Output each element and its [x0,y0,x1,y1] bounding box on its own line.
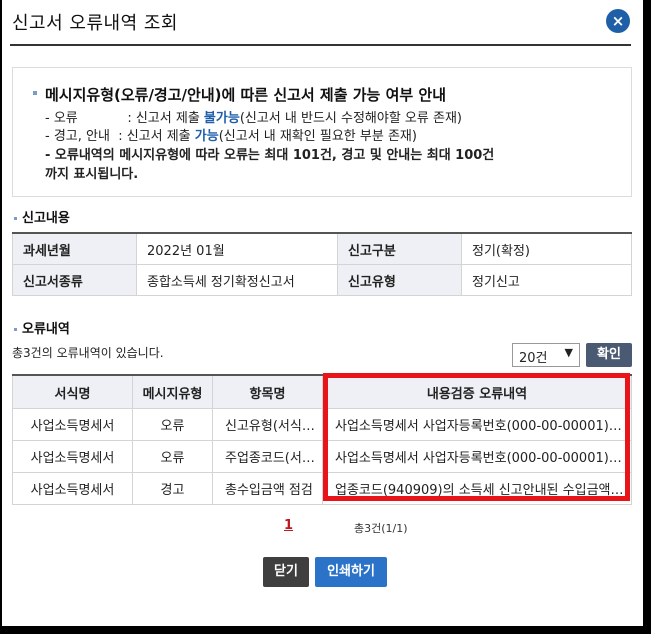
section-title: 오류내역 [22,322,70,337]
detail-cell: 업종코드(940909)의 소득세 신고안내된 수입금액… [322,472,632,505]
report-info-table: 과세년월 2022년 01월 신고구분 정기(확정) 신고서종류 종합소득세 정… [12,232,632,296]
notice-line-warning: - 경고, 안내 : 신고서 제출 가능(신고서 내 재확인 필요한 부분 존재… [45,125,417,144]
value-cell: 2022년 01월 [136,232,338,265]
form-cell: 사업소득명세서 [12,408,133,441]
bullet-icon [14,217,17,220]
column-header: 항목명 [212,374,323,409]
error-history-dialog: 신고서 오류내역 조회 × 메시지유형(오류/경고/안내)에 따른 신고서 제출… [2,0,643,626]
table-header-row: 서식명 메시지유형 항목명 내용검증 오류내역 [12,374,632,409]
type-cell: 오류 [132,408,213,441]
chevron-down-icon: ▼ [564,346,573,359]
type-cell: 경고 [132,472,213,505]
notice-text: - 경고, 안내 : 신고서 제출 [45,129,195,144]
item-cell: 신고유형(서식)… [212,408,323,441]
detail-cell: 사업소득명세서 사업자등록번호(000-00-00001)… [322,440,632,473]
error-section-heading: 오류내역 [14,318,70,337]
print-button[interactable]: 인쇄하기 [315,557,387,587]
label-cell: 신고구분 [337,232,462,265]
form-cell: 사업소득명세서 [12,472,133,505]
pager-total: 총3건(1/1) [354,522,408,535]
value-cell: 종합소득세 정기확정신고서 [136,264,338,296]
notice-text: - 오류 : 신고서 제출 [45,111,204,126]
form-cell: 사업소득명세서 [12,440,133,473]
notice-box: 메시지유형(오류/경고/안내)에 따른 신고서 제출 가능 여부 안내 - 오류… [12,67,632,197]
type-cell: 오류 [132,440,213,473]
value-cell: 정기신고 [461,264,632,296]
bullet-icon [14,328,17,331]
table-row: 과세년월 2022년 01월 신고구분 정기(확정) [12,232,632,265]
notice-text: (신고서 내 재확인 필요한 부분 존재) [218,129,417,144]
page-size-select[interactable]: 20건 ▼ [512,343,580,367]
table-row: 신고서종류 종합소득세 정기확정신고서 신고유형 정기신고 [12,264,632,296]
close-icon[interactable]: × [606,9,630,33]
notice-line-limit-cont: 까지 표시됩니다. [45,167,139,182]
label-cell: 신고유형 [337,264,462,296]
select-value: 20건 [519,351,548,366]
notice-highlight: 불가능 [203,111,240,126]
close-button[interactable]: 닫기 [263,557,309,587]
section-title: 신고내용 [22,211,70,226]
notice-line-error: - 오류 : 신고서 제출 불가능(신고서 내 반드시 수정해야할 오류 존재) [45,107,462,126]
table-row[interactable]: 사업소득명세서 오류 주업종코드(서식… 사업소득명세서 사업자등록번호(000… [12,440,632,473]
notice-text: (신고서 내 반드시 수정해야할 오류 존재) [239,111,462,126]
notice-line-limit: - 오류내역의 메시지유형에 따라 오류는 최대 101건, 경고 및 안내는 … [45,148,495,163]
column-header: 서식명 [12,374,133,409]
column-header: 메시지유형 [132,374,213,409]
item-cell: 주업종코드(서식… [212,440,323,473]
pager-page-link[interactable]: 1 [284,518,293,533]
error-table: 서식명 메시지유형 항목명 내용검증 오류내역 사업소득명세서 오류 신고유형(… [12,374,632,505]
detail-cell: 사업소득명세서 사업자등록번호(000-00-00001)… [322,408,632,441]
item-cell: 총수입금액 점검 [212,472,323,505]
column-header: 내용검증 오류내역 [322,374,632,409]
label-cell: 신고서종류 [12,264,137,296]
notice-highlight: 가능 [194,129,219,144]
report-section-heading: 신고내용 [14,207,70,226]
bullet-icon [33,91,37,95]
table-row[interactable]: 사업소득명세서 오류 신고유형(서식)… 사업소득명세서 사업자등록번호(000… [12,408,632,441]
table-row[interactable]: 사업소득명세서 경고 총수입금액 점검 업종코드(940909)의 소득세 신고… [12,472,632,505]
confirm-button[interactable]: 확인 [586,343,632,367]
title-divider [10,44,631,46]
label-cell: 과세년월 [12,232,137,265]
notice-heading: 메시지유형(오류/경고/안내)에 따른 신고서 제출 가능 여부 안내 [45,86,447,104]
dialog-title: 신고서 오류내역 조회 [12,13,178,34]
value-cell: 정기(확정) [461,232,632,265]
dialog-title-bar: 신고서 오류내역 조회 × [2,0,643,46]
error-count-text: 총3건의 오류내역이 있습니다. [12,346,164,360]
